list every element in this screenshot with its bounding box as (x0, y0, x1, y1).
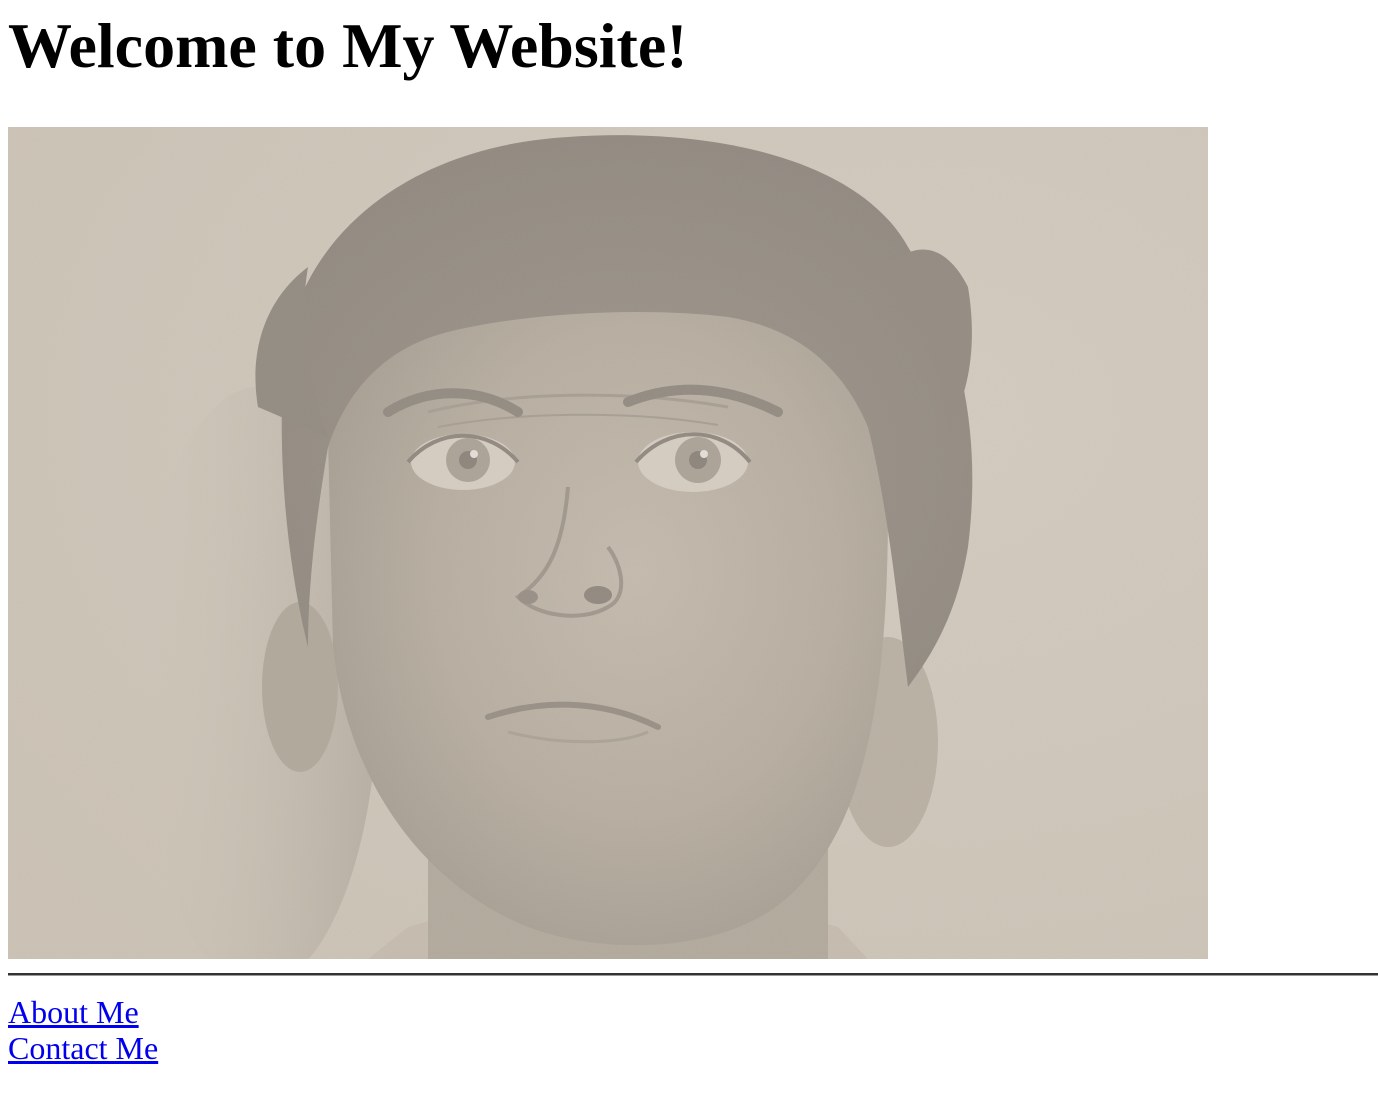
nav-links: About Me Contact Me (8, 994, 158, 1066)
page-heading: Welcome to My Website! (8, 10, 688, 81)
horizontal-rule (8, 973, 1378, 976)
about-me-link[interactable]: About Me (8, 994, 158, 1030)
portrait-photo (8, 127, 1208, 959)
contact-me-link[interactable]: Contact Me (8, 1030, 158, 1066)
